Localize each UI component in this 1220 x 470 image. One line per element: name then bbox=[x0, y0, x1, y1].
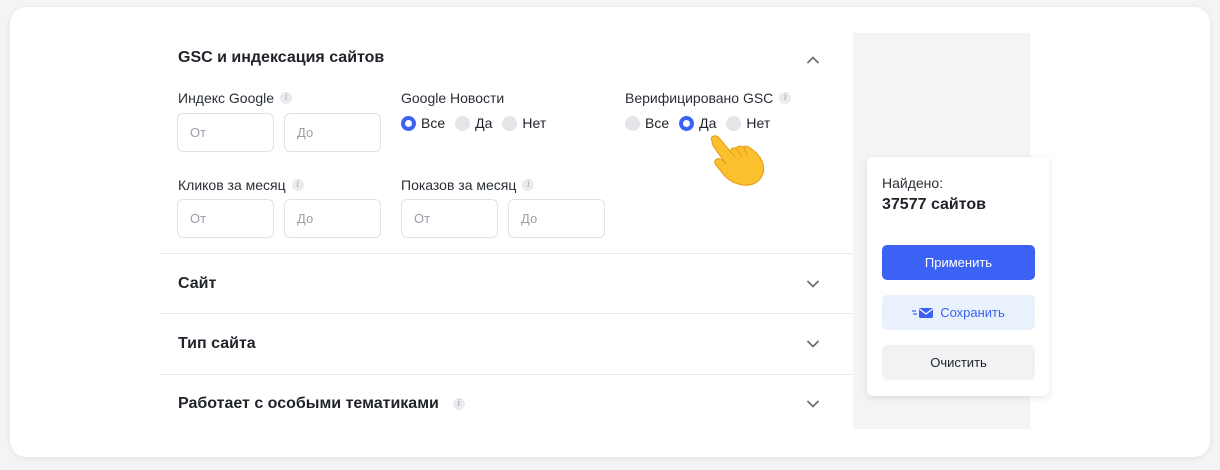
google-news-radio-group: Все Да Нет bbox=[401, 115, 556, 131]
chevron-up-icon[interactable] bbox=[806, 53, 820, 67]
results-panel: Найдено: 37577 сайтов Применить Сохранит… bbox=[867, 157, 1049, 396]
google-news-option-yes[interactable]: Да bbox=[455, 115, 492, 131]
gsc-verified-option-no[interactable]: Нет bbox=[726, 115, 770, 131]
section-divider bbox=[160, 313, 852, 314]
chevron-down-icon[interactable] bbox=[806, 277, 820, 291]
clicks-to-input[interactable] bbox=[284, 199, 381, 238]
chevron-down-icon[interactable] bbox=[806, 337, 820, 351]
clear-button[interactable]: Очистить bbox=[882, 345, 1035, 380]
impressions-from-input[interactable] bbox=[401, 199, 498, 238]
section-title-gsc[interactable]: GSC и индексация сайтов bbox=[178, 49, 384, 67]
info-icon[interactable]: i bbox=[779, 92, 792, 104]
info-icon[interactable]: i bbox=[452, 398, 465, 410]
google-index-label: Индекс Google i bbox=[178, 90, 293, 106]
google-news-label: Google Новости bbox=[401, 90, 505, 106]
gsc-verified-radio-group: Все Да Нет bbox=[625, 115, 780, 131]
gsc-verified-option-all[interactable]: Все bbox=[625, 115, 669, 131]
mail-icon bbox=[912, 307, 934, 318]
radio-selected[interactable] bbox=[401, 115, 416, 131]
section-title-site-type[interactable]: Тип сайта bbox=[178, 335, 256, 353]
chevron-down-icon[interactable] bbox=[806, 397, 820, 411]
impressions-to-input[interactable] bbox=[508, 199, 605, 238]
radio-unselected[interactable] bbox=[502, 115, 518, 131]
section-divider bbox=[160, 253, 852, 254]
apply-button[interactable]: Применить bbox=[882, 245, 1035, 280]
info-icon[interactable]: i bbox=[522, 179, 535, 191]
radio-unselected[interactable] bbox=[726, 115, 742, 131]
impressions-per-month-label: Показов за месяц i bbox=[401, 177, 535, 193]
gsc-verified-label: Верифицировано GSC i bbox=[625, 90, 792, 106]
google-news-option-no[interactable]: Нет bbox=[502, 115, 546, 131]
section-title-site[interactable]: Сайт bbox=[178, 275, 216, 293]
google-index-from-input[interactable] bbox=[177, 113, 274, 152]
google-index-to-input[interactable] bbox=[284, 113, 381, 152]
gsc-verified-option-yes[interactable]: Да bbox=[679, 115, 716, 131]
info-icon[interactable]: i bbox=[291, 179, 304, 191]
radio-unselected[interactable] bbox=[455, 115, 471, 131]
info-icon[interactable]: i bbox=[280, 92, 293, 104]
section-header-special-topics: Работает с особыми тематиками i bbox=[178, 395, 465, 413]
hand-pointer-icon bbox=[710, 135, 765, 186]
save-button[interactable]: Сохранить bbox=[882, 295, 1035, 330]
filters-card: GSC и индексация сайтов Индекс Google i … bbox=[10, 7, 1210, 457]
clicks-per-month-label: Кликов за месяц i bbox=[178, 177, 304, 193]
clicks-from-input[interactable] bbox=[177, 199, 274, 238]
section-title-special-topics[interactable]: Работает с особыми тематиками bbox=[178, 395, 439, 413]
google-news-option-all[interactable]: Все bbox=[401, 115, 445, 131]
found-label: Найдено: bbox=[882, 175, 944, 191]
radio-selected[interactable] bbox=[679, 115, 695, 131]
radio-unselected[interactable] bbox=[625, 115, 640, 131]
section-divider bbox=[160, 374, 852, 375]
found-count: 37577 сайтов bbox=[882, 196, 986, 213]
